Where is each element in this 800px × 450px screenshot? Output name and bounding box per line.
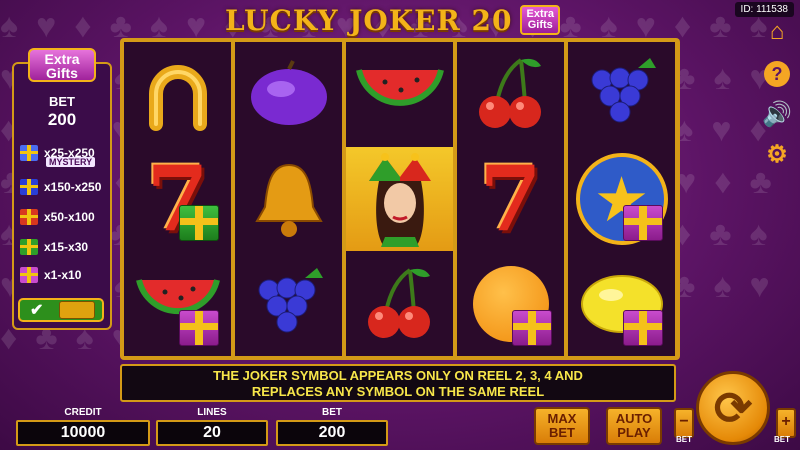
extra-gifts-panel: Extra Gifts BET 200 x25-x250 MYSTERY x15… <box>12 48 112 330</box>
gift-icon <box>179 205 219 241</box>
panel-bet-value: 200 <box>47 110 77 129</box>
symbol-bell <box>235 147 342 251</box>
help-icon[interactable]: ? <box>763 60 791 88</box>
symbol-joker <box>346 147 453 251</box>
symbol-seven: 7 <box>457 146 564 252</box>
grapes-icon <box>591 58 656 123</box>
gift-range: x15-x30 <box>44 240 89 254</box>
cherries-icon <box>478 58 541 128</box>
reel-4: 7 <box>457 42 564 356</box>
spin-button[interactable]: ⟳ <box>696 371 770 445</box>
symbol-lemon <box>568 252 675 356</box>
grapes-icon <box>258 268 323 333</box>
gift-icon <box>20 239 38 255</box>
gift-row: x150-x250 <box>20 176 106 198</box>
gift-range: x150-x250 <box>44 180 102 194</box>
gift-icon <box>179 310 219 346</box>
max-bet-line1: MAX <box>547 411 577 426</box>
game-id: ID: 111538 <box>734 2 794 17</box>
credit-label: CREDIT <box>64 407 102 418</box>
symbol-plum <box>235 42 342 146</box>
panel-bet-label: BET <box>49 94 75 109</box>
symbol-watermelon <box>346 42 453 146</box>
refresh-icon: ⟳ <box>713 382 753 434</box>
gift-row: x1-x10 <box>20 264 106 286</box>
gift-row: x15-x30 <box>20 236 106 258</box>
bet-plus-label: BET <box>774 435 790 444</box>
watermelon-icon <box>355 69 444 106</box>
gift-range: x50-x100 <box>44 210 95 224</box>
title-badge-line2: Gifts <box>527 19 553 31</box>
symbol-grapes <box>568 42 675 146</box>
extra-gifts-logo: Extra Gifts <box>28 48 96 82</box>
symbol-horseshoe <box>124 42 231 146</box>
settings-icon[interactable]: ⚙ <box>763 140 791 168</box>
gift-row: x50-x100 <box>20 206 106 228</box>
auto-play-button[interactable]: AUTO PLAY <box>606 407 662 445</box>
lines-value: 20 <box>156 420 268 446</box>
symbol-cherries <box>457 42 564 146</box>
bet-plus-button[interactable]: + <box>776 408 796 438</box>
symbol-grapes <box>235 252 342 356</box>
bet-label: BET <box>322 407 342 418</box>
credit-value: 10000 <box>16 420 150 446</box>
message-line2: REPLACES ANY SYMBOL ON THE SAME REEL <box>251 384 545 399</box>
plum-icon <box>250 60 327 125</box>
sound-icon[interactable]: 🔊 <box>762 100 792 128</box>
check-icon: ✔ <box>30 302 44 319</box>
home-icon[interactable]: ⌂ <box>763 18 791 46</box>
info-message: THE JOKER SYMBOL APPEARS ONLY ON REEL 2,… <box>120 364 676 402</box>
gift-icon <box>512 310 552 346</box>
title-text: LUCKY JOKER 20 <box>225 3 513 37</box>
gift-icon <box>20 209 38 225</box>
gift-icon <box>623 205 663 241</box>
extra-gifts-toggle[interactable]: ✔ <box>18 298 104 322</box>
reel-2 <box>235 42 342 356</box>
seven-icon: 7 <box>479 146 542 252</box>
message-line1: THE JOKER SYMBOL APPEARS ONLY ON REEL 2,… <box>213 368 583 383</box>
bet-minus-button[interactable]: − <box>674 408 694 438</box>
gift-icon <box>20 179 38 195</box>
lines-label: LINES <box>197 407 227 418</box>
gift-icon <box>20 267 38 283</box>
gift-icon <box>20 145 38 161</box>
symbol-seven: 7 <box>124 146 231 252</box>
bet-value: 200 <box>276 420 388 446</box>
symbol-watermelon <box>124 252 231 356</box>
mystery-label: MYSTERY <box>46 157 96 167</box>
max-bet-button[interactable]: MAX BET <box>534 407 590 445</box>
symbol-cherries <box>346 252 453 356</box>
reel-3 <box>346 42 453 356</box>
game-title: LUCKY JOKER 20 Extra Gifts <box>225 2 565 38</box>
reels-frame: 7 7 ★ <box>120 38 680 360</box>
auto-play-line1: AUTO <box>615 411 653 426</box>
symbol-star: ★ <box>568 147 675 251</box>
reel-5: ★ <box>568 42 675 356</box>
symbol-orange <box>457 252 564 356</box>
logo-line2: Gifts <box>46 65 78 81</box>
horseshoe-icon <box>148 65 207 131</box>
gift-row: x25-x250 MYSTERY <box>20 142 106 167</box>
toggle-knob <box>59 301 96 319</box>
auto-play-line2: PLAY <box>617 425 651 440</box>
joker-icon <box>368 153 431 247</box>
reel-1: 7 <box>124 42 231 356</box>
bell-icon <box>254 163 323 237</box>
bet-minus-label: BET <box>676 435 692 444</box>
gift-range: x1-x10 <box>44 268 82 282</box>
title-badge: Extra Gifts <box>520 5 561 35</box>
cherries-icon <box>367 268 430 338</box>
gift-icon <box>623 310 663 346</box>
max-bet-line2: BET <box>548 425 575 440</box>
